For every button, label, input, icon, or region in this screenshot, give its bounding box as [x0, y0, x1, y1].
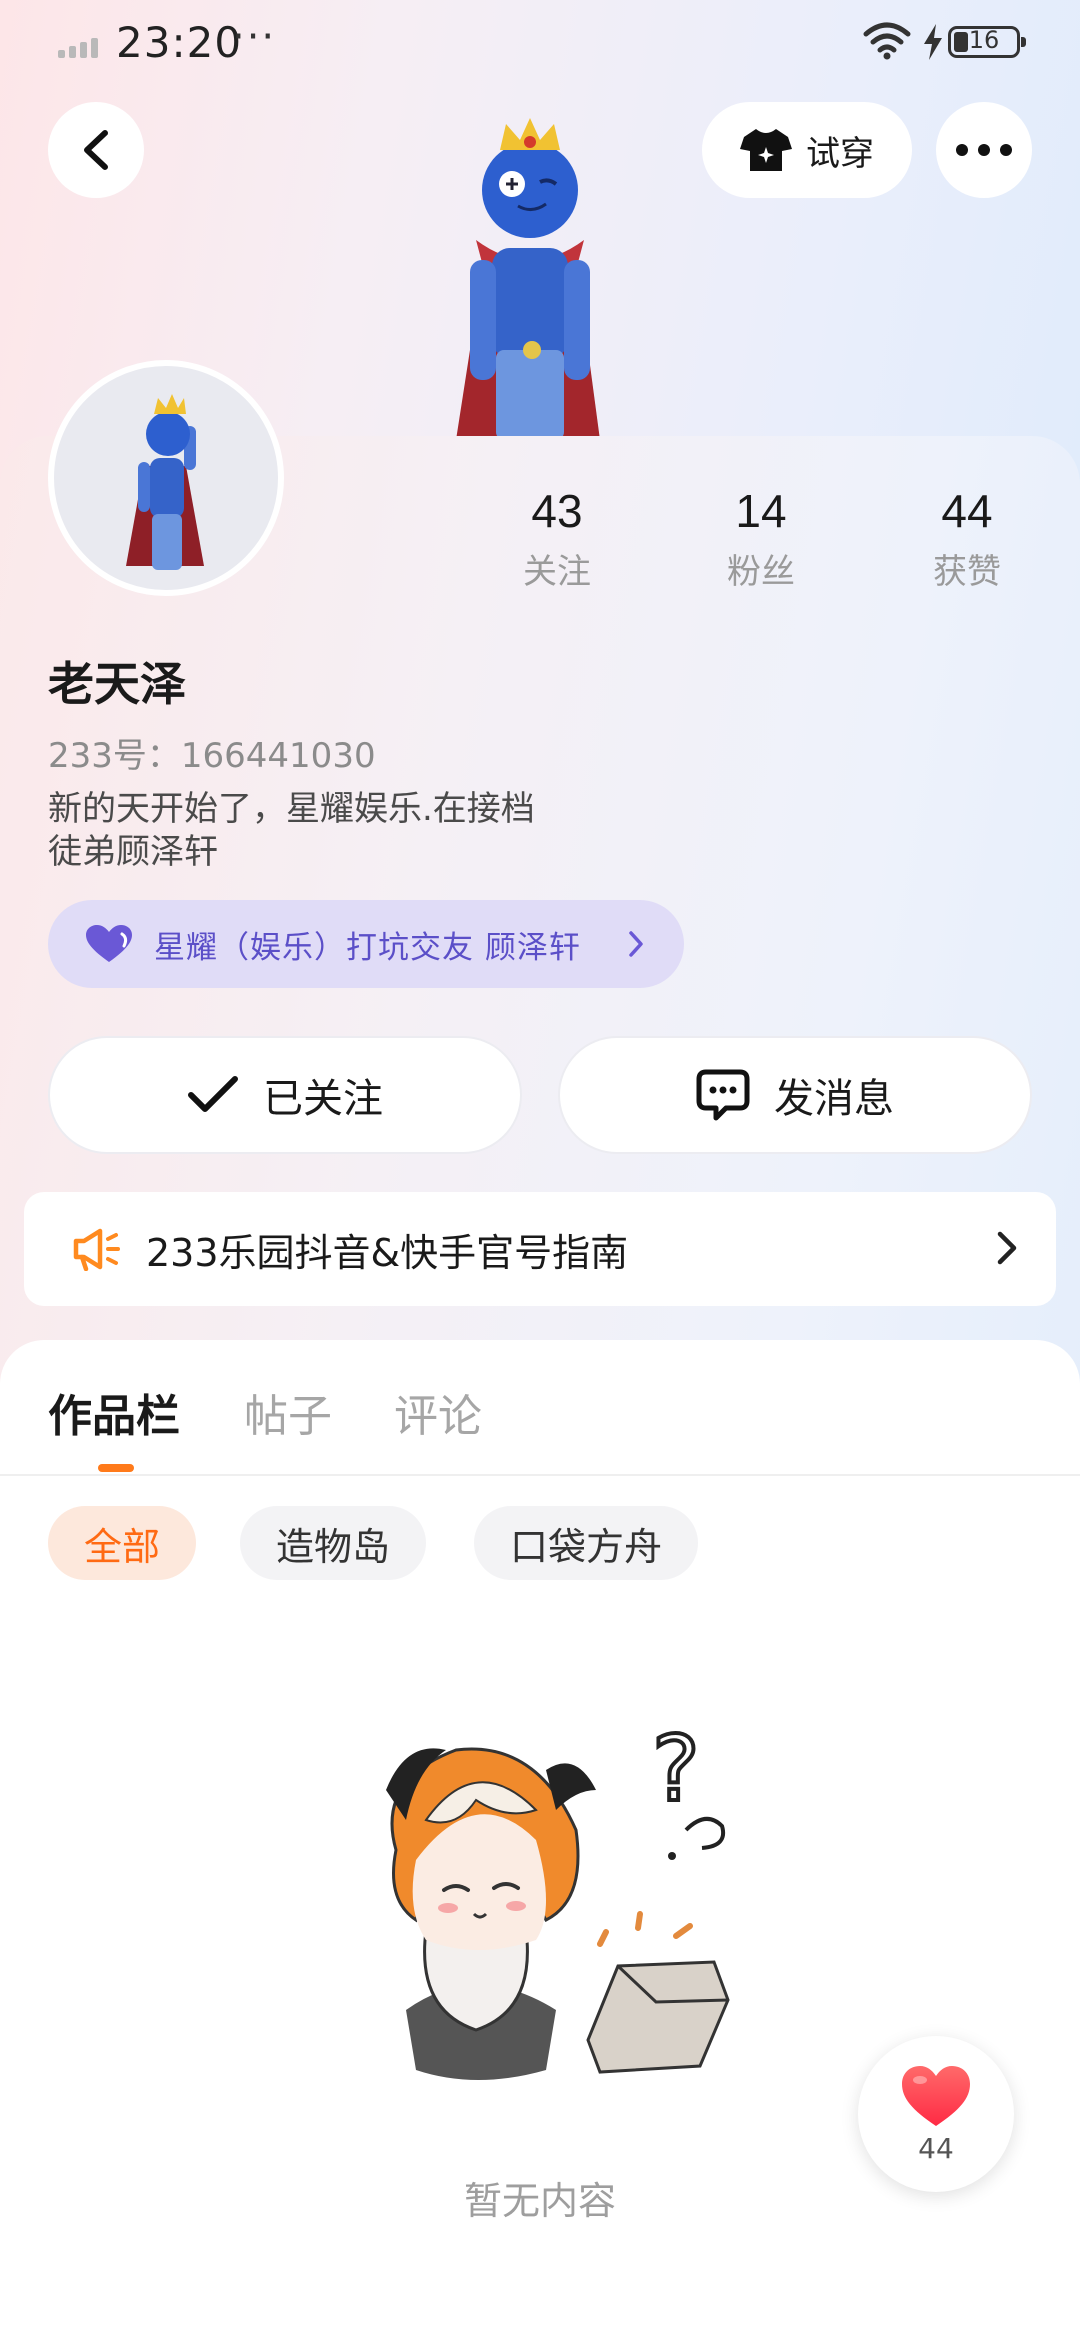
filter-pocket-ark[interactable]: 口袋方舟 [474, 1506, 699, 1580]
followed-label: 已关注 [263, 1076, 383, 1122]
wifi-icon [863, 22, 911, 60]
send-message-button[interactable]: 发消息 [558, 1036, 1032, 1154]
chevron-right-icon [997, 1231, 1017, 1265]
notice-text: 233乐园抖音&快手官号指南 [146, 1230, 629, 1275]
more-options-button[interactable] [936, 102, 1032, 198]
followers-label: 粉丝 [727, 552, 795, 592]
tab-works[interactable]: 作品栏 [48, 1380, 180, 1444]
tshirt-icon [740, 129, 792, 171]
avatar-character-image [126, 394, 204, 570]
empty-state-illustration: ? [386, 1715, 730, 2080]
send-message-label: 发消息 [774, 1076, 894, 1122]
stat-likes[interactable]: 44 获赞 [892, 484, 1042, 593]
try-on-button[interactable]: 试穿 [702, 102, 912, 198]
stat-followers[interactable]: 14 粉丝 [686, 484, 836, 593]
status-time: 23:20 [116, 18, 243, 67]
followers-count: 14 [735, 485, 787, 537]
try-on-label: 试穿 [806, 133, 874, 174]
svg-text:?: ? [652, 1717, 700, 1822]
like-count: 44 [918, 2131, 954, 2165]
back-button[interactable] [48, 102, 144, 198]
filter-all[interactable]: 全部 [48, 1506, 197, 1580]
tab-comments[interactable]: 评论 [394, 1380, 482, 1444]
avatar-character-image [456, 118, 600, 440]
status-bar: 23:20 ··· 16 [0, 0, 1080, 90]
chevron-left-icon [84, 130, 108, 170]
followed-button[interactable]: 已关注 [48, 1036, 522, 1154]
status-more-dots: ··· [232, 14, 277, 60]
charging-icon [924, 24, 942, 60]
bio-line: 新的天开始了，星耀娱乐.在接档 [48, 789, 535, 829]
avatar[interactable] [48, 360, 284, 596]
chat-bubble-icon [696, 1069, 750, 1121]
heart-icon [902, 2065, 970, 2126]
bio-line: 徒弟顾泽轩 [48, 832, 218, 872]
battery-level: 16 [968, 26, 1000, 54]
profile-uid[interactable]: 233号：166441030 [48, 728, 376, 777]
following-count: 43 [531, 485, 583, 537]
tab-posts[interactable]: 帖子 [244, 1380, 332, 1444]
battery-icon: 16 [948, 26, 1026, 58]
likes-label: 获赞 [933, 552, 1001, 592]
tab-indicator [98, 1464, 134, 1472]
group-badge[interactable]: 星耀（娱乐）打坑交友 顾泽轩 [48, 900, 684, 988]
chevron-right-icon [629, 931, 643, 957]
more-dots-icon [956, 144, 1012, 156]
stat-following[interactable]: 43 关注 [482, 484, 632, 593]
divider [0, 1474, 1080, 1476]
heart-icon [86, 925, 132, 962]
like-button[interactable]: 44 [858, 2036, 1014, 2192]
likes-count: 44 [941, 485, 993, 537]
following-label: 关注 [523, 552, 591, 592]
filter-creation-island[interactable]: 造物岛 [240, 1506, 427, 1580]
signal-icon [58, 36, 106, 58]
profile-name: 老天泽 [48, 657, 186, 711]
profile-bio: 新的天开始了，星耀娱乐.在接档 徒弟顾泽轩 [48, 788, 848, 874]
notice-banner[interactable]: 233乐园抖音&快手官号指南 [24, 1192, 1056, 1306]
megaphone-icon [73, 1228, 120, 1271]
group-label: 星耀（娱乐）打坑交友 顾泽轩 [154, 929, 581, 966]
check-icon [188, 1076, 238, 1112]
